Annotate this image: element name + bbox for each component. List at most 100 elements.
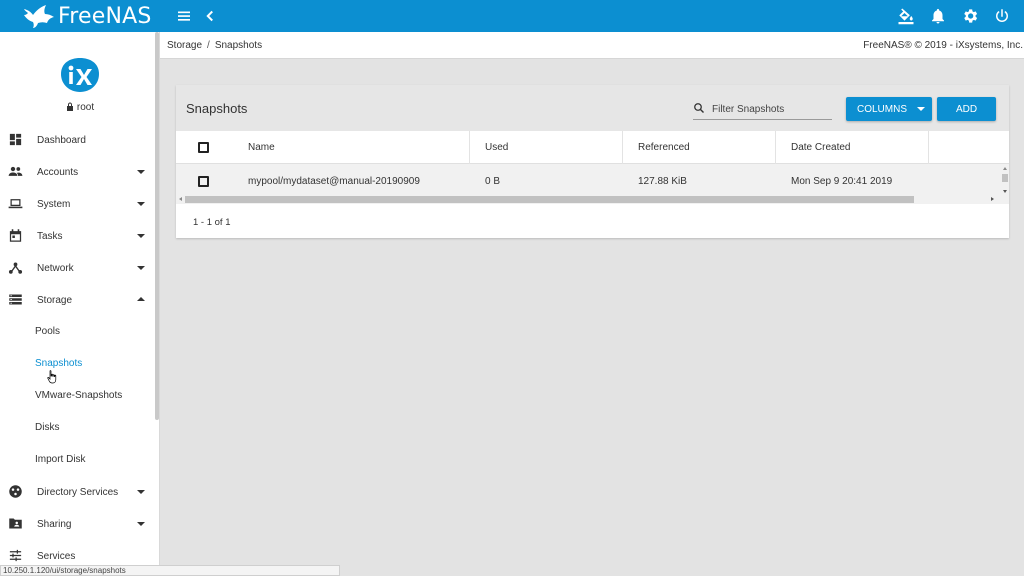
copyright-text: FreeNAS® © 2019 - iXsystems, Inc. bbox=[863, 40, 1023, 51]
chevron-left-icon bbox=[206, 10, 213, 22]
snapshot-referenced: 127.88 KiB bbox=[638, 176, 687, 187]
column-header-referenced[interactable]: Referenced bbox=[623, 131, 776, 164]
browser-status-url: 10.250.1.120/ui/storage/snapshots bbox=[0, 565, 340, 576]
add-button[interactable]: ADD bbox=[937, 97, 996, 121]
breadcrumb-separator: / bbox=[207, 40, 210, 51]
column-header-used[interactable]: Used bbox=[470, 131, 623, 164]
sidebar-subitem-label: VMware-Snapshots bbox=[35, 390, 123, 401]
card-header: Snapshots COLUMNS ADD bbox=[176, 85, 1009, 131]
select-all-cell bbox=[176, 131, 232, 164]
sidebar-item-storage[interactable]: Storage bbox=[0, 284, 155, 316]
sidebar-subitem-snapshots[interactable]: Snapshots bbox=[0, 348, 155, 380]
scrollbar-thumb[interactable] bbox=[185, 196, 914, 203]
chevron-down-icon bbox=[137, 202, 145, 206]
chevron-down-icon bbox=[137, 266, 145, 270]
scroll-down-icon[interactable] bbox=[1002, 190, 1007, 193]
sidebar-item-label: Network bbox=[37, 262, 74, 274]
sidebar-item-label: Accounts bbox=[37, 166, 79, 178]
card-title: Snapshots bbox=[186, 101, 248, 116]
breadcrumb-bar: Storage / Snapshots FreeNAS® © 2019 - iXsy… bbox=[160, 32, 1024, 59]
snapshot-name: mypool/mydataset@manual-20190909 bbox=[248, 176, 420, 187]
chevron-up-icon bbox=[137, 297, 145, 301]
sidebar-item-dashboard[interactable]: Dashboard bbox=[0, 124, 155, 156]
snapshot-date-created: Mon Sep 9 20:41 2019 bbox=[791, 176, 893, 187]
freenas-logo[interactable]: FreeNAS bbox=[22, 3, 152, 29]
snapshots-card: Snapshots COLUMNS ADD Name Used Referenc… bbox=[176, 85, 1009, 238]
breadcrumb: Storage / Snapshots bbox=[167, 40, 262, 51]
menu-toggle-button[interactable] bbox=[174, 6, 194, 26]
search-icon bbox=[694, 103, 704, 113]
select-all-checkbox[interactable] bbox=[198, 142, 209, 153]
column-header-label: Name bbox=[248, 142, 275, 153]
sidebar-subitem-label: Pools bbox=[35, 326, 61, 337]
theme-button[interactable] bbox=[896, 6, 916, 26]
caret-down-icon bbox=[917, 107, 925, 111]
sidebar-item-label: System bbox=[37, 198, 71, 210]
table-row[interactable]: mypool/mydataset@manual-20190909 0 B 127… bbox=[176, 164, 1001, 196]
ix-avatar-icon bbox=[61, 58, 99, 92]
notifications-button[interactable] bbox=[928, 6, 948, 26]
sidebar-item-system[interactable]: System bbox=[0, 188, 155, 220]
horizontal-scrollbar[interactable] bbox=[176, 195, 1001, 204]
paint-bucket-icon bbox=[898, 8, 914, 25]
columns-button-label: COLUMNS bbox=[857, 104, 908, 115]
sidebar-item-tasks[interactable]: Tasks bbox=[0, 220, 155, 252]
sidebar-item-directory-services[interactable]: Directory Services bbox=[0, 476, 155, 508]
power-icon bbox=[996, 9, 1008, 22]
calendar-icon bbox=[8, 228, 23, 243]
username: root bbox=[76, 102, 95, 113]
column-header-date-created[interactable]: Date Created bbox=[776, 131, 929, 164]
app-name: FreeNAS bbox=[58, 3, 152, 29]
column-header-label: Date Created bbox=[791, 142, 851, 153]
columns-button[interactable]: COLUMNS bbox=[846, 97, 932, 121]
directory-icon bbox=[8, 484, 23, 499]
scroll-up-icon[interactable] bbox=[1002, 167, 1007, 170]
sidebar-subitem-vmware-snapshots[interactable]: VMware-Snapshots bbox=[0, 380, 155, 412]
breadcrumb-storage-link[interactable]: Storage bbox=[167, 40, 202, 51]
column-header-label: Used bbox=[485, 142, 509, 153]
folder-shared-icon bbox=[8, 516, 23, 531]
chevron-down-icon bbox=[137, 522, 145, 526]
snapshot-used: 0 B bbox=[485, 176, 501, 187]
power-button[interactable] bbox=[992, 6, 1012, 26]
chevron-down-icon bbox=[137, 170, 145, 174]
vertical-scrollbar[interactable] bbox=[1001, 164, 1009, 204]
settings-button[interactable] bbox=[960, 6, 980, 26]
laptop-icon bbox=[8, 196, 23, 211]
sidebar-item-label: Directory Services bbox=[37, 486, 119, 498]
sidebar-item-accounts[interactable]: Accounts bbox=[0, 156, 155, 188]
shark-logo-icon bbox=[24, 5, 54, 28]
pagination-info: 1 - 1 of 1 bbox=[193, 217, 231, 228]
sidebar-item-label: Dashboard bbox=[37, 134, 86, 146]
sliders-icon bbox=[8, 548, 23, 563]
dashboard-icon bbox=[8, 132, 23, 147]
scroll-left-icon[interactable] bbox=[179, 197, 182, 201]
people-icon bbox=[8, 164, 23, 179]
chevron-down-icon bbox=[137, 234, 145, 238]
sidebar-subitem-import-disk[interactable]: Import Disk bbox=[0, 444, 155, 476]
column-header-name[interactable]: Name bbox=[232, 131, 470, 164]
sidebar-item-sharing[interactable]: Sharing bbox=[0, 508, 155, 540]
sidebar-subitem-pools[interactable]: Pools bbox=[0, 316, 155, 348]
row-checkbox[interactable] bbox=[198, 176, 209, 187]
column-header-label: Referenced bbox=[638, 142, 690, 153]
hand-pointer-icon bbox=[47, 370, 57, 384]
sidebar-item-label: Sharing bbox=[37, 518, 72, 530]
sidebar-subitem-disks[interactable]: Disks bbox=[0, 412, 155, 444]
gear-icon bbox=[964, 9, 978, 23]
scroll-right-icon[interactable] bbox=[991, 197, 994, 201]
filter-snapshots-input[interactable] bbox=[712, 102, 830, 116]
scrollbar-thumb[interactable] bbox=[1002, 174, 1008, 182]
sidebar-subitem-label: Import Disk bbox=[35, 454, 86, 465]
filter-field[interactable] bbox=[693, 100, 832, 120]
sidebar-scrollbar[interactable] bbox=[155, 32, 159, 420]
network-icon bbox=[8, 260, 23, 275]
sidebar-subitem-label: Disks bbox=[35, 422, 60, 433]
sidebar-item-network[interactable]: Network bbox=[0, 252, 155, 284]
lock-icon bbox=[66, 102, 73, 111]
storage-icon bbox=[8, 292, 23, 307]
sidebar: root Dashboard Accounts System Tasks Net… bbox=[0, 32, 160, 576]
breadcrumb-current: Snapshots bbox=[214, 40, 263, 51]
collapse-sidebar-button[interactable] bbox=[200, 6, 220, 26]
top-bar: FreeNAS bbox=[0, 0, 1024, 32]
